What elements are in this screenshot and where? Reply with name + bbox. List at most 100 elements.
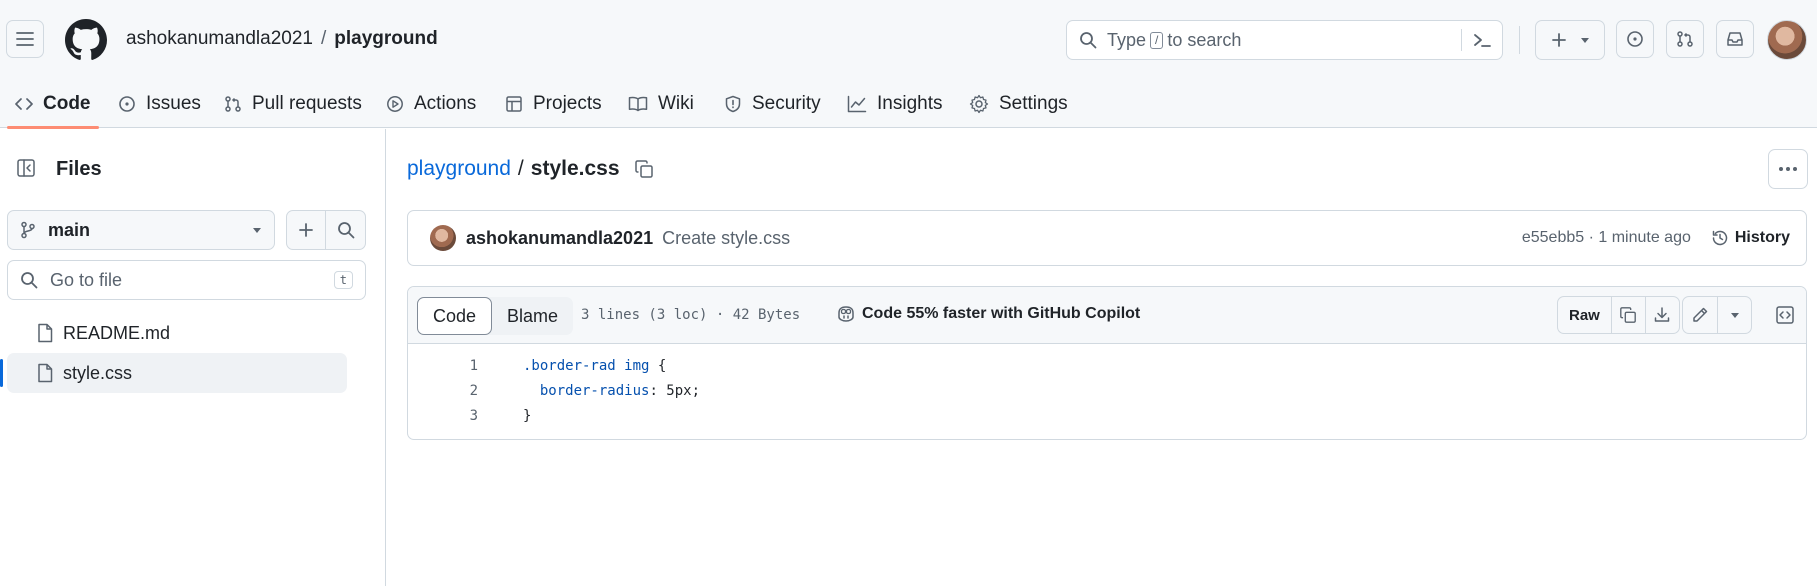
file-tree-item-label: style.css [63, 362, 133, 383]
tab-security-label: Security [752, 93, 821, 114]
code-line: 3 } [408, 403, 1806, 428]
plus-icon [1551, 33, 1566, 47]
symbols-panel-button[interactable] [1771, 296, 1799, 334]
tab-actions[interactable]: Actions [386, 80, 476, 128]
code-icon [15, 98, 33, 110]
line-content: border-radius: 5px; [523, 383, 700, 399]
repo-link[interactable]: playground [334, 28, 437, 49]
table-icon [506, 96, 522, 112]
latest-commit-bar: ashokanumandla2021 Create style.css e55e… [407, 210, 1807, 266]
github-logo-icon[interactable] [65, 19, 107, 61]
copilot-promo-link[interactable]: Code 55% faster with GitHub Copilot [836, 305, 1140, 323]
code-line: 1 .border-rad img { [408, 353, 1806, 378]
tab-code-label: Code [43, 93, 91, 114]
edit-group [1682, 296, 1752, 334]
more-options-button[interactable] [1768, 149, 1808, 189]
punctuation-token: } [523, 407, 532, 424]
edit-file-button[interactable] [1683, 297, 1717, 333]
tab-security[interactable]: Security [724, 80, 821, 128]
file-tree-item-readme[interactable]: README.md [7, 313, 347, 353]
punctuation-token: { [649, 357, 667, 374]
file-actions-group [286, 210, 366, 250]
app-header: ashokanumandla2021 / playground Type / to se… [0, 0, 1817, 129]
triangle-down-icon [1730, 313, 1739, 318]
tab-wiki[interactable]: Wiki [628, 80, 694, 128]
graph-icon [847, 95, 867, 113]
file-tree-item-style-css[interactable]: style.css [0, 353, 347, 393]
history-button[interactable]: History [1711, 229, 1790, 247]
search-divider [1461, 29, 1462, 51]
breadcrumb-file-name: style.css [530, 157, 620, 180]
css-property-token: border-radius [523, 382, 650, 399]
add-file-button[interactable] [287, 211, 327, 249]
search-shortcut-key: / [1150, 31, 1164, 49]
repo-context: ashokanumandla2021 / playground [126, 28, 438, 50]
copilot-promo-text: Code 55% faster with GitHub Copilot [862, 305, 1141, 322]
search-input[interactable]: Type / to search [1066, 20, 1503, 60]
inbox-icon [1727, 32, 1743, 46]
line-number[interactable]: 3 [408, 408, 478, 424]
branch-name: main [48, 219, 91, 240]
commit-sha-time[interactable]: e55ebb5 · 1 minute ago [1522, 229, 1691, 247]
copilot-icon [838, 306, 854, 322]
copy-raw-button[interactable] [1610, 297, 1645, 333]
go-to-file-input[interactable]: Go to file t [7, 260, 366, 300]
pull-requests-button[interactable] [1666, 20, 1704, 58]
triangle-down-icon [253, 228, 261, 233]
history-label: History [1734, 229, 1790, 246]
commit-author[interactable]: ashokanumandla2021 [466, 228, 653, 249]
branch-selector[interactable]: main [7, 210, 275, 250]
author-avatar[interactable] [430, 225, 456, 251]
menu-button[interactable] [6, 20, 44, 58]
edit-options-dropdown[interactable] [1717, 297, 1751, 333]
line-number[interactable]: 1 [408, 358, 478, 374]
raw-copy-download-group: Raw [1557, 296, 1680, 334]
search-files-button[interactable] [326, 211, 365, 249]
header-divider [1519, 26, 1520, 54]
create-new-button[interactable] [1535, 20, 1605, 60]
command-palette-icon[interactable] [1473, 31, 1491, 49]
download-button[interactable] [1644, 297, 1679, 333]
file-tree-item-label: README.md [63, 322, 171, 343]
tab-projects-label: Projects [533, 93, 602, 114]
breadcrumb-repo-link[interactable]: playground [407, 157, 511, 181]
line-content: .border-rad img { [523, 358, 666, 374]
code-line: 2 border-radius: 5px; [408, 378, 1806, 403]
tab-projects[interactable]: Projects [505, 80, 602, 128]
sidebar-title: Files [56, 158, 102, 180]
tab-insights[interactable]: Insights [847, 80, 942, 128]
tab-settings[interactable]: Settings [969, 80, 1068, 128]
line-number[interactable]: 2 [408, 383, 478, 399]
tab-issues-label: Issues [146, 93, 201, 114]
css-value-token: : 5px; [649, 382, 701, 399]
inbox-button[interactable] [1716, 20, 1754, 58]
code-view-button[interactable]: Code [417, 297, 493, 335]
owner-link[interactable]: ashokanumandla2021 [126, 28, 313, 49]
file-info: 3 lines (3 loc) · 42 Bytes [581, 307, 801, 323]
tab-issues[interactable]: Issues [118, 80, 201, 128]
commit-message[interactable]: Create style.css [662, 228, 1522, 249]
file-viewer: Code Blame 3 lines (3 loc) · 42 Bytes Co… [407, 286, 1807, 440]
tab-code[interactable]: Code [7, 80, 99, 129]
download-icon [1655, 307, 1670, 322]
book-icon [628, 96, 648, 112]
repo-tabs: Code Issues Pull requests Actions Projec… [0, 80, 1817, 129]
tab-wiki-label: Wiki [658, 93, 694, 114]
issues-button[interactable] [1616, 20, 1654, 58]
user-avatar[interactable] [1767, 20, 1807, 60]
copy-icon [634, 160, 653, 178]
search-icon [1080, 32, 1097, 49]
file-icon [38, 363, 53, 383]
view-toggle: Code Blame [417, 297, 574, 335]
code-square-icon [1776, 306, 1794, 324]
tab-pull-requests[interactable]: Pull requests [224, 80, 362, 128]
raw-button[interactable]: Raw [1558, 297, 1611, 333]
top-bar: ashokanumandla2021 / playground Type / to se… [0, 0, 1817, 80]
css-selector-token: .border-rad img [523, 357, 650, 374]
line-content: } [523, 408, 531, 424]
copy-path-button[interactable] [634, 159, 654, 179]
collapse-sidebar-button[interactable] [7, 149, 45, 187]
blame-view-button[interactable]: Blame [492, 297, 573, 335]
file-tree-sidebar: Files main Go to file t README.md style.… [0, 129, 386, 586]
search-icon [21, 272, 38, 289]
